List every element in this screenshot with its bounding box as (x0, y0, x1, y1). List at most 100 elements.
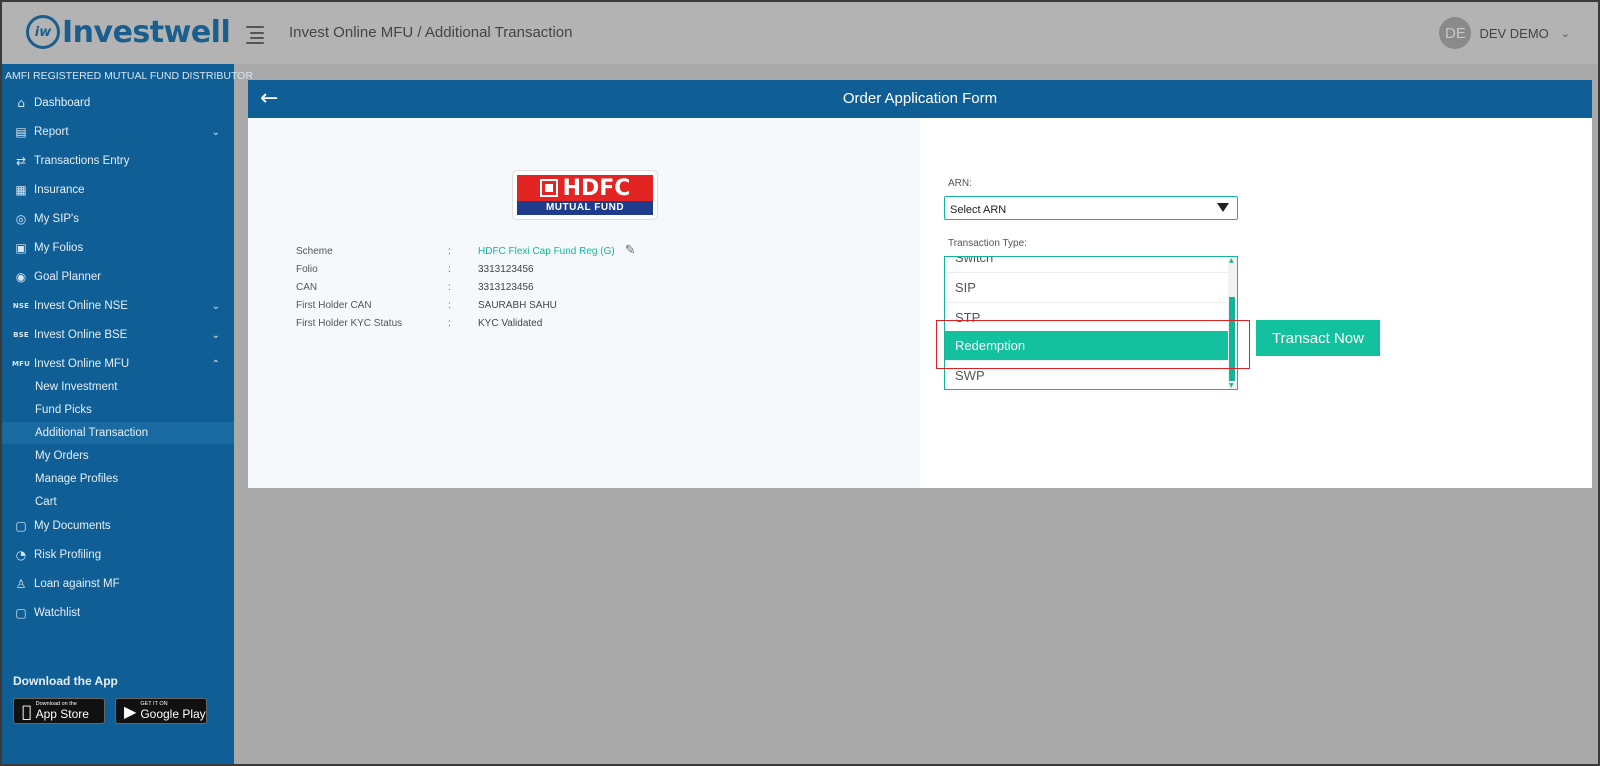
sidebar: AMFI REGISTERED MUTUAL FUND DISTRIBUTOR … (2, 64, 253, 764)
scroll-thumb[interactable] (1229, 297, 1235, 381)
sidebar-item-my-documents[interactable]: ▢ My Documents (2, 513, 234, 539)
sidebar-item-label: Risk Profiling (34, 549, 102, 561)
arn-select[interactable]: Select ARN (944, 196, 1238, 220)
scheme-details-panel: HDFC MUTUAL FUND Scheme : HDFC Flexi Cap… (248, 118, 920, 488)
sidebar-item-label: My Folios (34, 242, 84, 254)
detail-row-can: CAN : 3313123456 (296, 282, 534, 296)
home-icon: ⌂ (17, 96, 25, 110)
sidebar-item-invest-online-nse[interactable]: NSE Invest Online NSE ⌄ (2, 293, 234, 319)
nse-icon: NSE (12, 302, 30, 310)
detail-label: Folio (296, 264, 318, 275)
sidebar-item-risk-profiling[interactable]: ◔ Risk Profiling (2, 542, 234, 568)
badge-big-text: Google Play (140, 706, 206, 721)
chevron-down-icon: ⌄ (211, 329, 220, 341)
sidebar-subitem-new-investment[interactable]: New Investment (2, 376, 234, 398)
user-menu[interactable]: DE DEV DEMO ⌄ (1439, 17, 1570, 49)
caret-down-icon (1217, 203, 1229, 212)
detail-value: KYC Validated (478, 318, 543, 329)
sidebar-subitem-my-orders[interactable]: My Orders (2, 445, 234, 467)
investwell-logo[interactable]: iw Investwell (26, 14, 231, 50)
sip-icon: ◎ (15, 212, 27, 226)
sidebar-item-label: Report (34, 126, 69, 138)
download-app-label: Download the App (13, 674, 118, 688)
form-title: Order Application Form (842, 90, 998, 107)
sidebar-item-label: Invest Online NSE (34, 300, 128, 312)
play-icon: ▶ (124, 701, 137, 721)
badge-big-text: App Store (26, 706, 89, 721)
sidebar-heading: AMFI REGISTERED MUTUAL FUND DISTRIBUTOR (5, 70, 253, 82)
transfer-icon: ⇄ (15, 154, 27, 168)
scroll-down-icon[interactable]: ▼ (1229, 382, 1234, 389)
chevron-down-icon: ⌄ (211, 300, 220, 312)
app-store-badge[interactable]:  Download on the App Store (13, 698, 105, 724)
logo-mark-icon: iw (26, 15, 60, 49)
sidebar-subitem-cart[interactable]: Cart (2, 491, 234, 513)
sidebar-item-loan-against-mf[interactable]: ♙ Loan against MF (2, 571, 234, 597)
detail-value: 3313123456 (478, 264, 534, 275)
arn-selected-value: Select ARN (950, 204, 1007, 216)
option-redemption[interactable]: Redemption (945, 331, 1229, 361)
detail-label: First Holder CAN (296, 300, 372, 311)
sidebar-item-label: Invest Online MFU (34, 358, 130, 370)
detail-row-scheme: Scheme : HDFC Flexi Cap Fund Reg (G) ✎ (296, 243, 636, 260)
sidebar-subitem-manage-profiles[interactable]: Manage Profiles (2, 468, 234, 490)
hdfc-brand: HDFC (562, 175, 631, 201)
option-stp[interactable]: STP (945, 303, 1229, 333)
chevron-down-icon: ⌄ (211, 126, 220, 138)
google-play-badge[interactable]: ▶ GET IT ON Google Play (115, 698, 207, 724)
sidebar-item-transactions-entry[interactable]: ⇄ Transactions Entry (2, 148, 234, 174)
gauge-icon: ◔ (15, 548, 27, 562)
sidebar-item-my-folios[interactable]: ▣ My Folios (2, 235, 234, 261)
sidebar-item-label: Insurance (34, 184, 85, 196)
form-header: ← Order Application Form (248, 80, 1592, 118)
apple-icon:  (22, 702, 32, 721)
hdfc-logo: HDFC MUTUAL FUND (512, 170, 658, 220)
transaction-type-listbox[interactable]: Switch SIP STP Redemption SWP ▲ ▼ (944, 256, 1238, 390)
transaction-type-label: Transaction Type: (948, 238, 1027, 249)
option-swp[interactable]: SWP (945, 361, 1229, 389)
goal-icon: ◉ (15, 270, 27, 284)
detail-row-kyc-status: First Holder KYC Status : KYC Validated (296, 318, 542, 332)
sidebar-item-invest-online-bse[interactable]: BSE Invest Online BSE ⌄ (2, 322, 234, 348)
hdfc-square-icon (539, 179, 558, 197)
detail-value: SAURABH SAHU (478, 300, 557, 311)
transact-now-button[interactable]: Transact Now (1256, 320, 1380, 356)
listbox-scrollbar[interactable]: ▲ ▼ (1228, 257, 1237, 389)
sidebar-item-watchlist[interactable]: ▢ Watchlist (2, 600, 234, 626)
app-frame: iw Investwell Invest Online MFU / Additi… (0, 0, 1600, 766)
detail-value: 3313123456 (478, 282, 534, 293)
sidebar-item-label: My Documents (34, 520, 111, 532)
detail-label: First Holder KYC Status (296, 318, 403, 329)
sidebar-item-report[interactable]: ▤ Report ⌄ (2, 119, 234, 145)
sidebar-item-label: Dashboard (34, 97, 91, 109)
pencil-icon[interactable]: ✎ (625, 243, 636, 260)
sidebar-item-label: Loan against MF (34, 578, 120, 590)
document-icon: ▢ (15, 519, 27, 533)
scheme-link[interactable]: HDFC Flexi Cap Fund Reg (G) (478, 246, 615, 260)
chevron-up-icon: ⌃ (211, 358, 220, 370)
top-header: iw Investwell Invest Online MFU / Additi… (2, 2, 1598, 64)
option-sip[interactable]: SIP (945, 273, 1229, 303)
option-switch[interactable]: Switch (945, 257, 1229, 273)
user-name: DEV DEMO (1479, 25, 1549, 41)
menu-toggle-icon[interactable] (246, 24, 264, 44)
sidebar-item-goal-planner[interactable]: ◉ Goal Planner (2, 264, 234, 290)
bse-icon: BSE (13, 331, 29, 339)
chevron-down-icon: ⌄ (1560, 27, 1570, 40)
detail-row-first-holder-can: First Holder CAN : SAURABH SAHU (296, 300, 557, 314)
scroll-up-icon[interactable]: ▲ (1229, 257, 1234, 264)
loan-icon: ♙ (15, 577, 27, 591)
sidebar-subitem-fund-picks[interactable]: Fund Picks (2, 399, 234, 421)
sidebar-item-label: My SIP's (34, 213, 80, 225)
sidebar-item-insurance[interactable]: ▦ Insurance (2, 177, 234, 203)
mfu-icon: MFU (12, 360, 31, 368)
sidebar-item-invest-online-mfu[interactable]: MFU Invest Online MFU ⌃ (2, 351, 234, 377)
sidebar-subitem-additional-transaction[interactable]: Additional Transaction (2, 422, 234, 444)
transaction-form-panel: ARN: Select ARN Transaction Type: Switch… (920, 118, 1592, 488)
report-icon: ▤ (15, 125, 27, 139)
avatar: DE (1439, 17, 1472, 49)
watchlist-icon: ▢ (15, 606, 27, 620)
sidebar-item-dashboard[interactable]: ⌂ Dashboard (2, 90, 234, 116)
sidebar-item-my-sips[interactable]: ◎ My SIP's (2, 206, 234, 232)
sidebar-item-label: Invest Online BSE (34, 329, 128, 341)
